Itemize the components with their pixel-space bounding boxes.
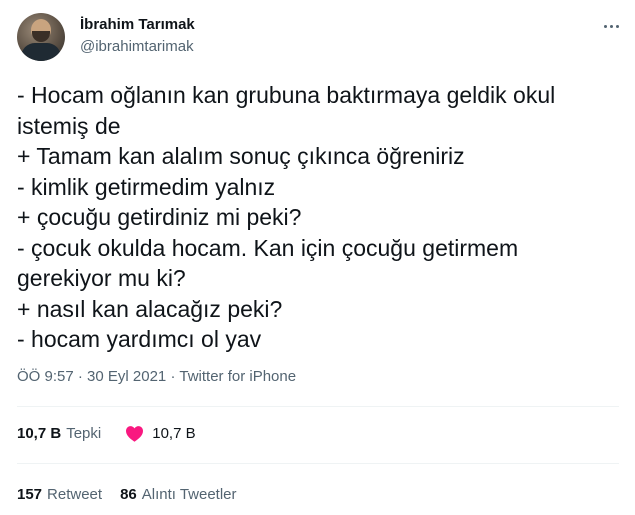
more-icon[interactable] [598, 16, 624, 36]
tweet-line: - kimlik getirmedim yalnız [17, 173, 276, 200]
likes-stat[interactable]: 10,7 B [125, 425, 196, 442]
tweet-line: - Hocam oğlanın kan grubuna baktırmaya g… [17, 82, 556, 108]
quotes-stat[interactable]: 86 Alıntı Tweetler [120, 486, 236, 503]
retweets-stat[interactable]: 157 Retweet [17, 486, 102, 503]
tweet-line: + nasıl kan alacağız peki? [17, 295, 283, 322]
divider [17, 463, 619, 464]
retweets-count: 157 [17, 486, 43, 503]
meta-separator: · [170, 368, 176, 385]
quotes-label: Alıntı Tweetler [141, 486, 237, 503]
tweet-line: + Tamam kan alalım sonuç çıkınca öğrenir… [17, 143, 465, 169]
avatar[interactable] [17, 13, 65, 61]
tweet-line: istemiş de [17, 112, 121, 139]
display-name[interactable]: İbrahim Tarımak [80, 16, 195, 33]
reactions-count: 10,7 B [17, 425, 62, 442]
meta-separator: · [77, 368, 83, 385]
tweet-line: - çocuk okulda hocam. Kan için çocuğu ge… [17, 234, 519, 261]
tweet-meta: ÖÖ 9:57 · 30 Eyl 2021 · Twitter for iPho… [17, 368, 296, 385]
retweets-label: Retweet [47, 486, 103, 503]
quotes-count: 86 [120, 486, 137, 503]
reactions-row: 10,7 B Tepki 10,7 B [17, 425, 196, 442]
likes-count: 10,7 B [152, 425, 196, 442]
tweet-text: - Hocam oğlanın kan grubuna baktırmaya g… [17, 80, 617, 355]
tweet-line: gerekiyor mu ki? [17, 265, 186, 291]
divider [17, 406, 619, 407]
tweet-time[interactable]: ÖÖ 9:57 [17, 368, 74, 385]
engagement-row: 157 Retweet 86 Alıntı Tweetler [17, 486, 237, 503]
user-handle[interactable]: @ibrahimtarimak [80, 38, 194, 55]
tweet-line: + çocuğu getirdiniz mi peki? [17, 204, 302, 230]
heart-icon [126, 426, 144, 442]
reactions-stat[interactable]: 10,7 B Tepki [17, 425, 101, 442]
tweet-source[interactable]: Twitter for iPhone [179, 368, 296, 385]
tweet-line: - hocam yardımcı ol yav [17, 326, 262, 352]
tweet-date[interactable]: 30 Eyl 2021 [87, 368, 166, 385]
reactions-label: Tepki [66, 425, 102, 442]
